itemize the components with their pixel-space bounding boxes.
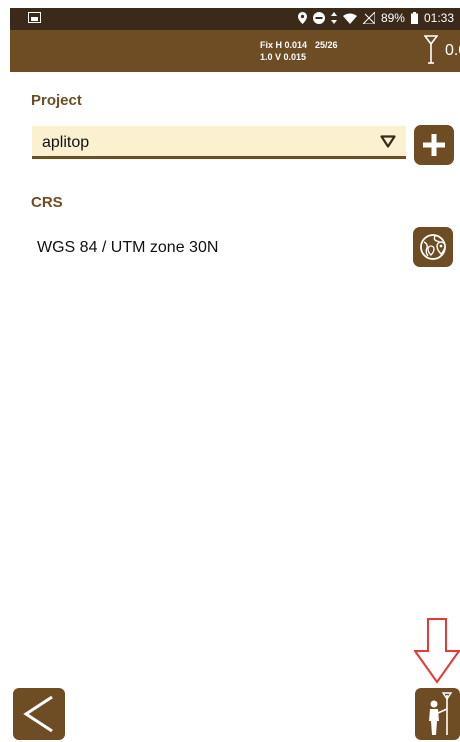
antenna-icon[interactable] bbox=[424, 35, 438, 65]
crs-label: CRS bbox=[31, 194, 63, 211]
wifi-icon bbox=[342, 13, 357, 24]
globe-pin-icon bbox=[420, 234, 446, 260]
image-icon bbox=[28, 12, 41, 23]
surveyor-pole-icon bbox=[428, 692, 452, 735]
back-button[interactable] bbox=[13, 688, 65, 740]
fix-horizontal: Fix H 0.014 bbox=[260, 40, 308, 50]
no-signal-icon bbox=[362, 12, 375, 24]
signal-arrows-icon bbox=[330, 12, 337, 24]
antenna-height: 0.0 bbox=[445, 42, 460, 59]
clock: 01:33 bbox=[423, 11, 454, 25]
plus-icon bbox=[423, 134, 445, 156]
location-icon bbox=[297, 12, 307, 24]
select-crs-button[interactable] bbox=[413, 227, 453, 267]
status-bar: 89% 01:33 bbox=[10, 8, 460, 30]
gnss-fix-info: Fix H 0.014 25/26 1.0 V 0.015 bbox=[260, 39, 346, 63]
project-select[interactable]: aplitop bbox=[32, 126, 406, 159]
crs-value: WGS 84 / UTM zone 30N bbox=[37, 239, 219, 256]
satellite-count: 25/26 bbox=[315, 40, 338, 50]
battery-percent: 89% bbox=[380, 11, 405, 25]
back-chevron-icon bbox=[23, 695, 53, 733]
hint-arrow-down-icon bbox=[414, 618, 460, 684]
status-icons: 89% 01:33 bbox=[297, 11, 454, 25]
add-project-button[interactable] bbox=[414, 125, 454, 165]
app-toolbar: Fix H 0.014 25/26 1.0 V 0.015 0.0 bbox=[10, 30, 460, 72]
measure-point-button[interactable] bbox=[415, 688, 460, 740]
project-select-value: aplitop bbox=[42, 134, 90, 151]
battery-icon bbox=[410, 12, 418, 24]
do-not-disturb-icon bbox=[312, 12, 325, 24]
project-label: Project bbox=[31, 92, 82, 109]
fix-vertical: 1.0 V 0.015 bbox=[260, 52, 307, 62]
dropdown-triangle-icon bbox=[380, 135, 396, 148]
